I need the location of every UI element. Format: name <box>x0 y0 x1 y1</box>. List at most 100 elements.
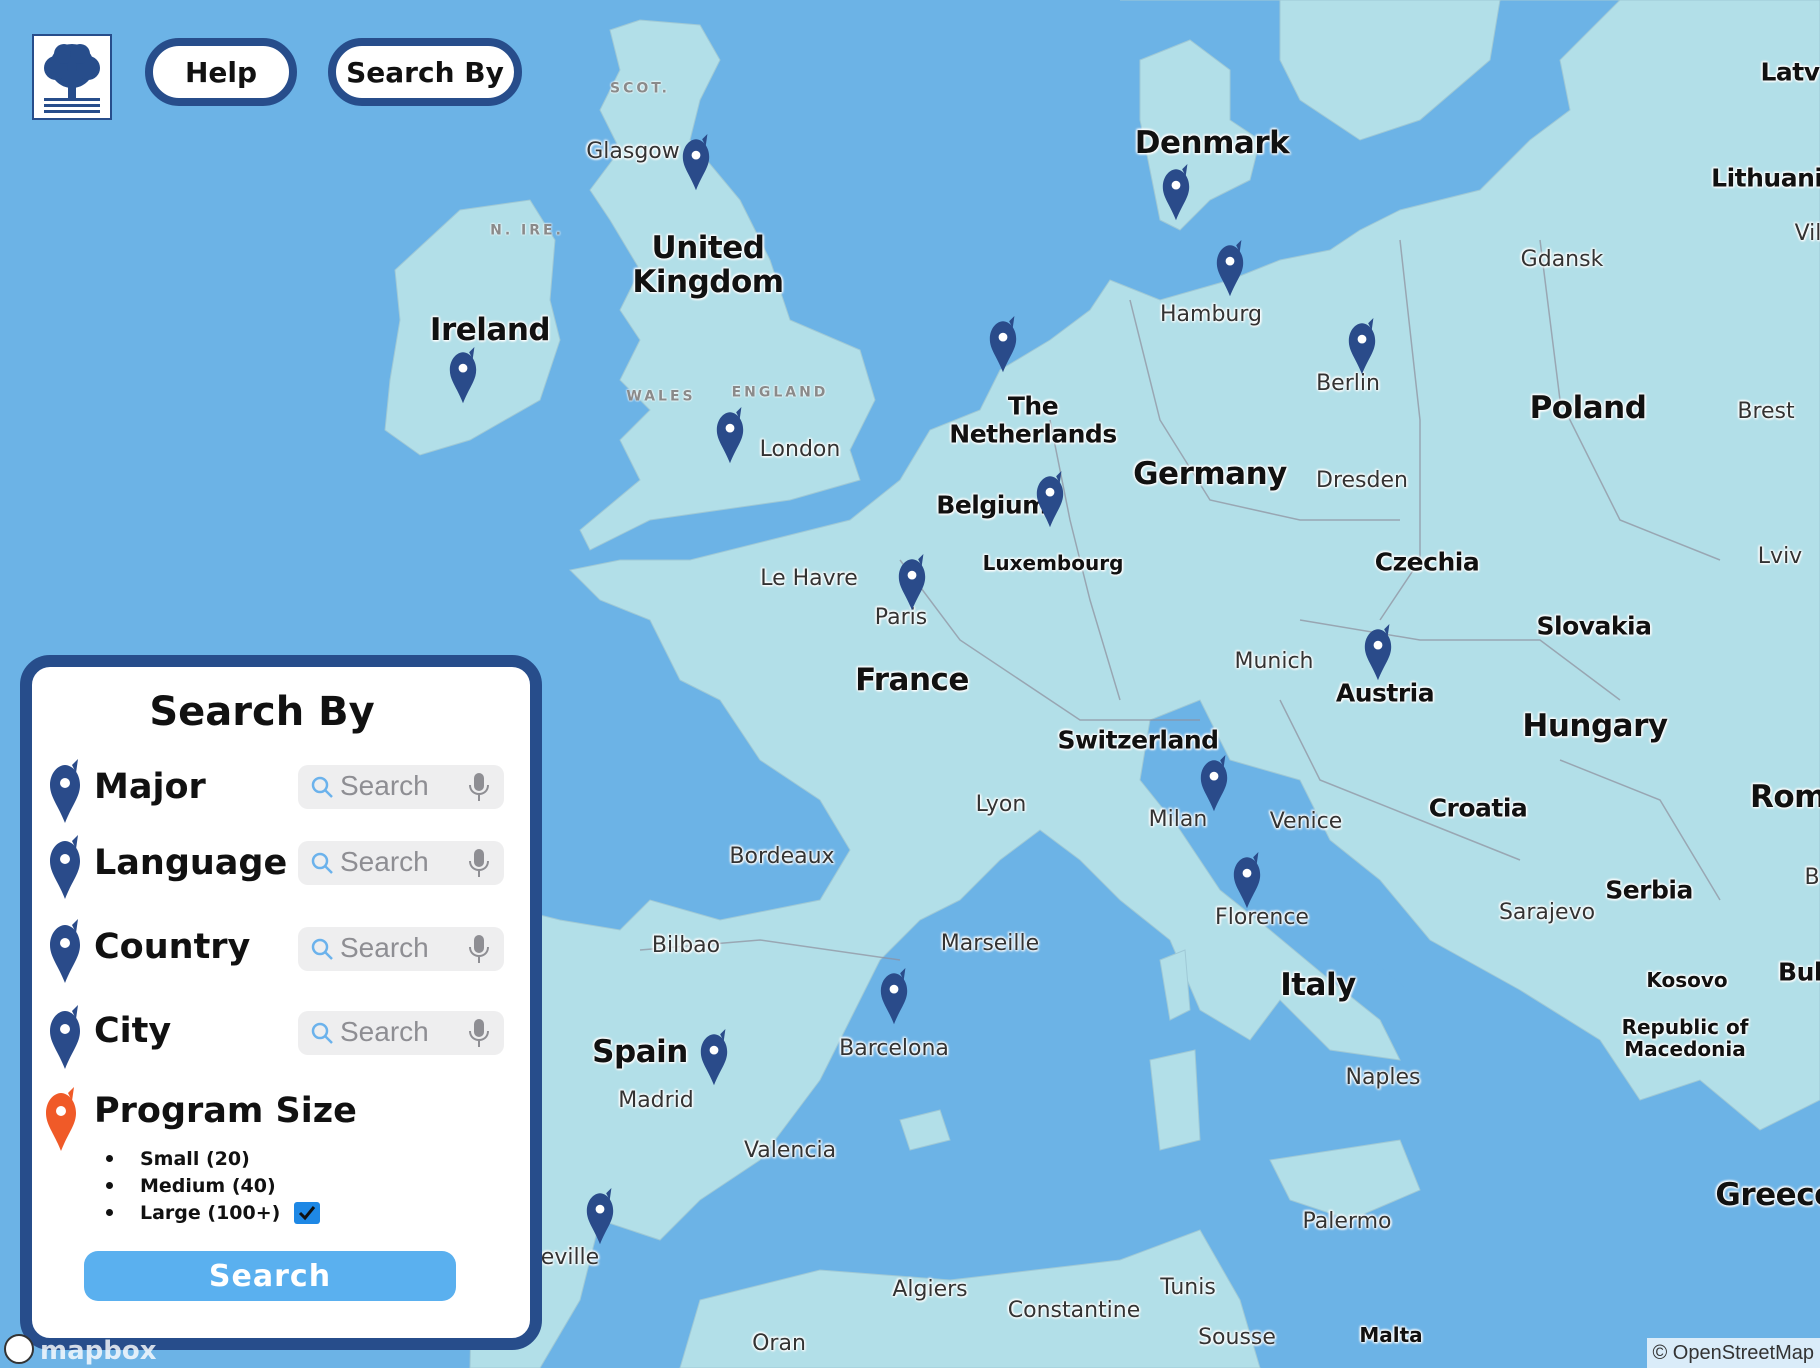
map-pin-icon[interactable] <box>1159 164 1193 222</box>
map-pin-icon[interactable] <box>986 316 1020 374</box>
size-option-label: Large (100+) <box>140 1201 281 1224</box>
size-option-large[interactable]: Large (100+) <box>106 1199 321 1226</box>
map-pin-icon[interactable] <box>679 134 713 192</box>
city-label: Sousse <box>1198 1324 1276 1350</box>
map-provider-logo: mapbox <box>40 1336 157 1366</box>
country-label: Croatia <box>1428 793 1528 823</box>
country-label: Spain <box>592 1033 688 1070</box>
city-label: Kosovo <box>1646 968 1728 992</box>
city-label: Naples <box>1345 1064 1421 1090</box>
city-label: B <box>1804 864 1820 890</box>
microphone-icon[interactable] <box>468 847 490 879</box>
city-label: Republic of Macedonia <box>1621 1015 1749 1061</box>
map-pin-icon[interactable] <box>697 1029 731 1087</box>
country-label: Lithuania <box>1711 163 1820 193</box>
country-label: Rom <box>1750 778 1820 815</box>
city-search-box[interactable] <box>298 1011 504 1055</box>
major-search-box[interactable] <box>298 765 504 809</box>
city-label: Le Havre <box>760 565 858 591</box>
bullet <box>106 1209 113 1216</box>
city-label: Madrid <box>618 1087 694 1113</box>
program-size-label: Program Size <box>94 1091 357 1131</box>
region-label: WALES <box>626 388 696 405</box>
program-size-options: Small (20) Medium (40) Large (100+) <box>106 1145 321 1226</box>
map-pin-icon[interactable] <box>1361 624 1395 682</box>
country-label: Country <box>94 927 251 967</box>
city-label: Algiers <box>892 1276 968 1302</box>
city-label: Gdansk <box>1520 246 1604 272</box>
country-label: Belgium <box>936 490 1048 520</box>
country-label: Hungary <box>1522 707 1668 744</box>
language-search-input[interactable] <box>340 845 460 879</box>
city-label: Malta <box>1359 1323 1423 1347</box>
map-pin-icon[interactable] <box>895 554 929 612</box>
country-search-box[interactable] <box>298 927 504 971</box>
city-label: Palermo <box>1302 1208 1392 1234</box>
region-label: N. IRE. <box>490 222 564 239</box>
search-icon <box>311 776 333 798</box>
city-label: Dresden <box>1316 467 1408 493</box>
city-label: Valencia <box>743 1137 837 1163</box>
map-pin-icon[interactable] <box>1033 471 1067 529</box>
city-label: City <box>94 1011 172 1051</box>
search-icon <box>311 938 333 960</box>
map-pin-icon[interactable] <box>877 968 911 1026</box>
map-pin-icon[interactable] <box>1197 755 1231 813</box>
mapbox-logo-icon[interactable] <box>4 1334 34 1364</box>
microphone-icon[interactable] <box>468 1017 490 1049</box>
city-label: eville <box>540 1244 600 1270</box>
large-checkbox[interactable] <box>294 1201 321 1224</box>
city-label: Hamburg <box>1160 301 1262 327</box>
city-label: Tunis <box>1160 1274 1216 1300</box>
language-label: Language <box>94 843 288 883</box>
map-pin-icon[interactable] <box>713 407 747 465</box>
country-label: Ireland <box>429 311 551 348</box>
city-label: Marseille <box>940 930 1040 956</box>
app-logo[interactable] <box>32 34 112 120</box>
country-label: Austria <box>1335 678 1435 708</box>
bullet <box>106 1182 113 1189</box>
country-label: Slovakia <box>1536 611 1652 641</box>
map-pin-icon <box>50 759 80 823</box>
map-pin-icon[interactable] <box>1345 318 1379 376</box>
size-option-label: Small (20) <box>140 1147 250 1170</box>
map-pin-icon[interactable] <box>1230 852 1264 910</box>
region-label: SCOT. <box>609 80 671 97</box>
country-label: United Kingdom <box>632 229 784 300</box>
map-pin-icon[interactable] <box>583 1188 617 1246</box>
city-label: Bordeaux <box>729 843 835 869</box>
checkmark-icon <box>299 1205 316 1220</box>
search-icon <box>311 852 333 874</box>
country-label: Italy <box>1280 966 1356 1003</box>
size-option-medium[interactable]: Medium (40) <box>106 1172 320 1199</box>
city-label: Munich <box>1234 648 1314 674</box>
country-label: Greece <box>1715 1176 1820 1213</box>
search-button[interactable]: Search <box>84 1251 456 1301</box>
city-label: Barcelona <box>839 1035 949 1061</box>
country-label: Czechia <box>1374 547 1480 577</box>
microphone-icon[interactable] <box>468 771 490 803</box>
city-label: Glasgow <box>586 138 680 164</box>
major-search-input[interactable] <box>340 769 460 803</box>
active-map-pin-icon <box>46 1087 76 1151</box>
country-label: France <box>855 661 969 698</box>
map-pin-icon[interactable] <box>446 347 480 405</box>
country-label: Latv <box>1760 57 1820 87</box>
city-label: Lyon <box>975 791 1027 817</box>
language-search-box[interactable] <box>298 841 504 885</box>
size-option-small[interactable]: Small (20) <box>106 1145 320 1172</box>
city-label: Luxembourg <box>982 551 1124 575</box>
country-search-input[interactable] <box>340 931 460 965</box>
search-by-button[interactable]: Search By <box>328 38 522 106</box>
country-label: Poland <box>1529 389 1647 426</box>
size-option-label: Medium (40) <box>140 1174 276 1197</box>
microphone-icon[interactable] <box>468 933 490 965</box>
city-search-input[interactable] <box>340 1015 460 1049</box>
country-label: Germany <box>1133 455 1287 492</box>
map-attribution[interactable]: © OpenStreetMap <box>1646 1338 1820 1368</box>
map-pin-icon[interactable] <box>1213 240 1247 298</box>
city-label: Oran <box>752 1330 806 1356</box>
country-label: Bul <box>1778 957 1820 987</box>
city-label: Constantine <box>1007 1297 1141 1323</box>
help-button[interactable]: Help <box>145 38 297 106</box>
